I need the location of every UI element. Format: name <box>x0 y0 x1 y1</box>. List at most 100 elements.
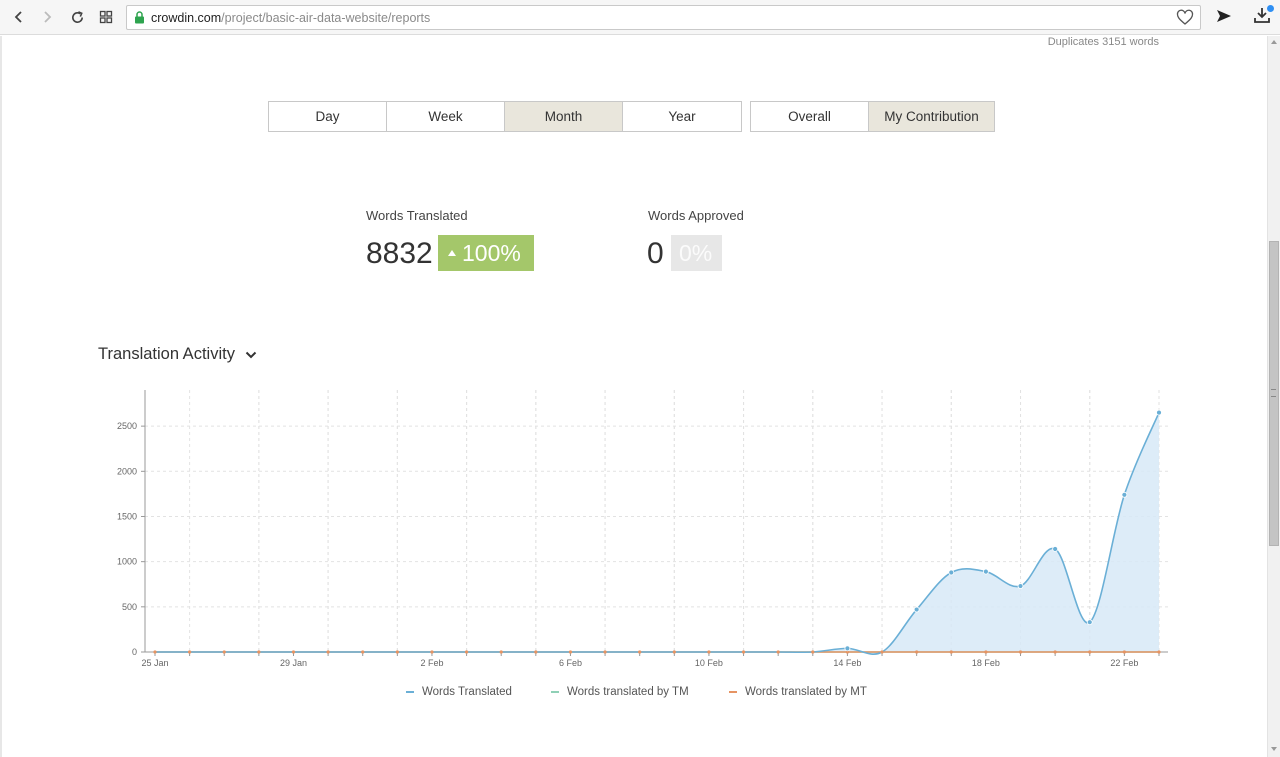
point-words-mt <box>534 650 538 654</box>
point-words-mt <box>845 650 850 654</box>
point-words-mt <box>707 650 711 654</box>
scrollbar-grip <box>1271 389 1276 397</box>
y-tick-label: 2500 <box>117 421 137 431</box>
point-words-mt <box>153 650 157 654</box>
point-words-mt <box>464 650 469 654</box>
scroll-up-icon[interactable] <box>1271 40 1277 44</box>
y-tick-label: 2000 <box>117 466 137 476</box>
point-words-mt <box>222 650 226 654</box>
point-words-translated <box>948 569 955 576</box>
point-words-translated <box>1156 409 1162 416</box>
scope-my-contribution-button[interactable]: My Contribution <box>869 102 994 131</box>
vertical-scrollbar[interactable] <box>1267 36 1280 757</box>
legend-swatch <box>729 691 737 693</box>
legend-label: Words translated by MT <box>745 686 867 698</box>
x-tick-label: 22 Feb <box>1110 658 1138 668</box>
period-day-button[interactable]: Day <box>269 102 387 131</box>
point-words-translated <box>844 645 851 652</box>
point-words-mt <box>984 650 988 654</box>
point-words-mt <box>257 650 261 654</box>
duplicates-count: Duplicates 3151 words <box>1047 36 1159 48</box>
period-week-button[interactable]: Week <box>387 102 505 131</box>
point-words-translated <box>913 606 920 613</box>
point-words-mt <box>880 650 884 654</box>
point-words-translated <box>982 568 989 575</box>
point-words-mt <box>395 650 399 654</box>
area-words-translated <box>155 412 1159 655</box>
words-approved-value: 0 <box>647 237 664 270</box>
y-tick-label: 500 <box>122 602 137 612</box>
tabs-grid-icon[interactable] <box>94 5 118 29</box>
reload-icon[interactable] <box>65 5 89 29</box>
point-words-mt <box>1088 650 1092 654</box>
y-tick-label: 0 <box>132 647 137 657</box>
page-left-edge <box>0 36 2 757</box>
point-words-mt <box>1053 650 1057 654</box>
point-words-translated <box>1121 491 1128 498</box>
x-tick-label: 25 Jan <box>141 658 168 668</box>
point-words-mt <box>776 650 780 654</box>
period-selector: Day Week Month Year <box>268 101 742 132</box>
translation-activity-title: Translation Activity <box>98 345 235 363</box>
forward-icon[interactable] <box>35 5 59 29</box>
point-words-mt <box>568 650 573 654</box>
approved-change-text: 0% <box>679 240 713 266</box>
point-words-mt <box>638 650 642 654</box>
point-words-mt <box>291 650 296 654</box>
point-words-mt <box>949 650 953 654</box>
point-words-mt <box>326 650 330 654</box>
y-tick-label: 1500 <box>117 511 137 521</box>
scope-overall-button[interactable]: Overall <box>751 102 869 131</box>
y-tick-label: 1000 <box>117 557 137 567</box>
legend-words-mt[interactable]: Words translated by MT <box>729 686 867 698</box>
url-text: crowdin.com/project/basic-air-data-websi… <box>151 11 430 25</box>
arrow-up-icon <box>448 250 456 256</box>
legend-words-translated[interactable]: Words Translated <box>406 686 512 698</box>
period-year-button[interactable]: Year <box>623 102 741 131</box>
point-words-mt <box>1157 650 1161 654</box>
translation-activity-dropdown[interactable]: Translation Activity <box>98 345 257 364</box>
scroll-down-icon[interactable] <box>1271 747 1277 751</box>
browser-toolbar: crowdin.com/project/basic-air-data-websi… <box>0 0 1280 35</box>
x-tick-label: 6 Feb <box>559 658 582 668</box>
legend-label: Words translated by TM <box>567 686 689 698</box>
point-words-mt <box>430 650 434 654</box>
legend-swatch <box>551 691 559 693</box>
scope-selector: Overall My Contribution <box>750 101 995 132</box>
words-approved-label: Words Approved <box>648 208 744 223</box>
point-words-mt <box>1122 650 1126 654</box>
x-tick-label: 14 Feb <box>833 658 861 668</box>
back-icon[interactable] <box>7 5 31 29</box>
download-icon[interactable] <box>1252 5 1276 29</box>
url-path: /project/basic-air-data-website/reports <box>221 10 431 25</box>
point-words-mt <box>188 650 192 654</box>
words-translated-label: Words Translated <box>366 208 468 223</box>
point-words-translated <box>1052 546 1059 552</box>
lock-icon <box>127 6 151 29</box>
legend-label: Words Translated <box>422 686 512 698</box>
legend-swatch <box>406 691 414 693</box>
point-words-mt <box>603 650 607 654</box>
address-bar[interactable]: crowdin.com/project/basic-air-data-websi… <box>126 5 1201 30</box>
download-badge <box>1267 5 1274 12</box>
legend-words-tm[interactable]: Words translated by TM <box>551 686 689 698</box>
x-tick-label: 29 Jan <box>280 658 307 668</box>
point-words-mt <box>915 650 919 654</box>
words-translated-value: 8832 <box>366 237 433 270</box>
x-tick-label: 10 Feb <box>695 658 723 668</box>
point-words-mt <box>1018 650 1023 654</box>
line-words-translated <box>155 412 1160 655</box>
send-icon[interactable] <box>1214 6 1236 28</box>
point-words-mt <box>672 650 676 654</box>
point-words-mt <box>811 650 815 654</box>
point-words-translated <box>1086 619 1093 626</box>
point-words-mt <box>361 650 365 654</box>
x-tick-label: 2 Feb <box>420 658 443 668</box>
translated-change-text: 100% <box>462 240 521 266</box>
url-host: crowdin.com <box>151 10 222 25</box>
heart-icon[interactable] <box>1176 9 1194 27</box>
point-words-translated <box>1017 583 1024 589</box>
point-words-mt <box>741 650 746 654</box>
chevron-down-icon <box>245 345 257 364</box>
period-month-button[interactable]: Month <box>505 102 623 131</box>
